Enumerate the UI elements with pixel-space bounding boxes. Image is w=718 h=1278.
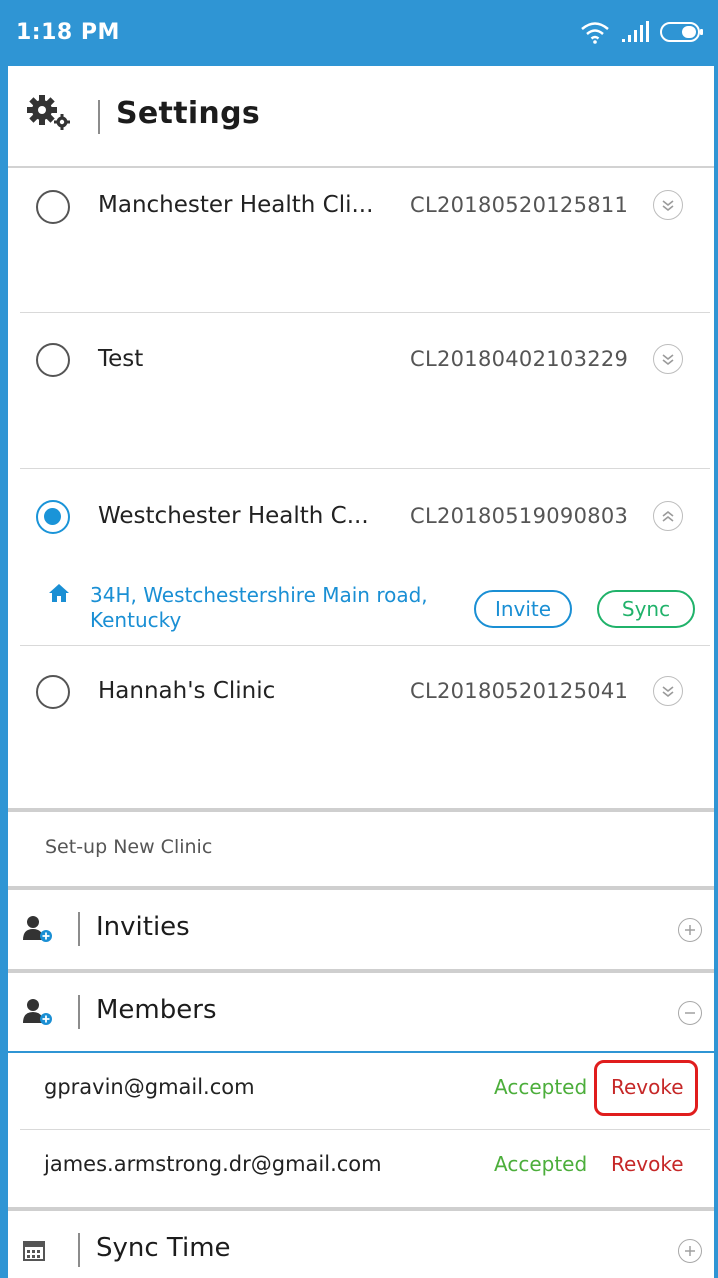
user-add-icon <box>22 914 54 948</box>
section-title-divider <box>78 995 80 1029</box>
section-title-divider <box>78 1233 80 1267</box>
chevron-down-icon[interactable] <box>653 344 683 374</box>
clinic-code: CL20180520125811 <box>410 193 629 217</box>
plus-circle-icon[interactable] <box>678 918 702 942</box>
settings-header: Settings <box>8 66 714 168</box>
clinic-code: CL20180519090803 <box>410 504 629 528</box>
clinic-radio-button[interactable] <box>36 675 70 709</box>
clinic-radio-button[interactable] <box>36 190 70 224</box>
section-divider <box>8 808 714 812</box>
left-edge-bar <box>0 0 8 1278</box>
revoke-button[interactable]: Revoke <box>611 1075 684 1099</box>
chevron-down-icon[interactable] <box>653 190 683 220</box>
clinic-radio-button[interactable] <box>36 343 70 377</box>
section-title: Members <box>96 995 217 1025</box>
member-email: james.armstrong.dr@gmail.com <box>44 1152 382 1176</box>
clinic-address-row: 34H, Westchestershire Main road, Kentuck… <box>48 583 708 639</box>
battery-icon <box>660 21 704 47</box>
clinic-name: Westchester Health C... <box>98 503 369 529</box>
header-divider <box>98 100 100 134</box>
status-icons <box>580 20 704 48</box>
setup-new-clinic-link[interactable]: Set-up New Clinic <box>45 836 212 858</box>
clinic-code: CL20180402103229 <box>410 347 629 371</box>
section-title-divider <box>78 912 80 946</box>
clinic-name: Manchester Health Cli... <box>98 192 374 218</box>
chevron-up-icon[interactable] <box>653 501 683 531</box>
minus-circle-icon[interactable] <box>678 1001 702 1025</box>
plus-circle-icon[interactable] <box>678 1239 702 1263</box>
app-screen: 1:18 PM Settings Manchester Health Cli..… <box>0 0 718 1278</box>
user-add-icon <box>22 997 54 1031</box>
clinic-name: Test <box>98 346 144 372</box>
home-icon <box>48 583 70 607</box>
clinic-row[interactable]: Manchester Health Cli... CL2018052012581… <box>8 168 714 313</box>
clinic-name: Hannah's Clinic <box>98 678 276 704</box>
section-title: Sync Time <box>96 1233 231 1263</box>
sync-time-section-header[interactable]: Sync Time <box>8 1211 714 1278</box>
section-title: Invities <box>96 912 190 942</box>
revoke-button[interactable]: Revoke <box>611 1152 684 1176</box>
clinic-code: CL20180520125041 <box>410 679 629 703</box>
member-row: james.armstrong.dr@gmail.com Accepted Re… <box>8 1130 714 1206</box>
member-status: Accepted <box>494 1075 588 1099</box>
status-bar: 1:18 PM <box>0 0 718 66</box>
clinic-radio-button-selected[interactable] <box>36 500 70 534</box>
member-status: Accepted <box>494 1152 588 1176</box>
clinic-row[interactable]: Hannah's Clinic CL20180520125041 <box>8 646 714 808</box>
gear-icon <box>26 94 72 138</box>
clinic-address: 34H, Westchestershire Main road, Kentuck… <box>90 583 428 632</box>
calendar-icon <box>22 1239 48 1267</box>
clinic-row[interactable]: Test CL20180402103229 <box>8 313 714 468</box>
invite-button[interactable]: Invite <box>474 590 572 628</box>
signal-icon <box>620 21 650 47</box>
members-section-header[interactable]: Members <box>8 973 714 1053</box>
member-row: gpravin@gmail.com Accepted Revoke <box>8 1053 714 1129</box>
member-email: gpravin@gmail.com <box>44 1075 255 1099</box>
status-time: 1:18 PM <box>16 20 120 45</box>
sync-button[interactable]: Sync <box>597 590 695 628</box>
invities-section-header[interactable]: Invities <box>8 890 714 970</box>
wifi-icon <box>580 20 610 48</box>
chevron-down-icon[interactable] <box>653 676 683 706</box>
page-title: Settings <box>116 96 261 131</box>
right-edge-bar <box>714 0 718 1278</box>
